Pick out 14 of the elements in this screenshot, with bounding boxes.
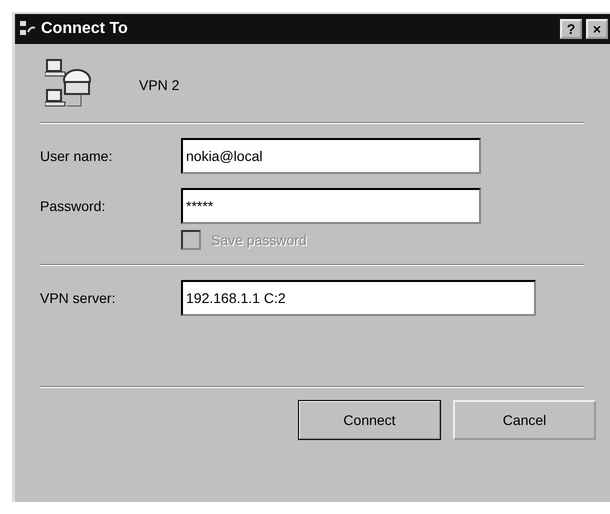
- field-label: VPN server:: [40, 290, 116, 306]
- dialog-button[interactable]: Cancel: [453, 400, 596, 440]
- checkbox-label: Save password: [211, 232, 307, 248]
- help-button[interactable]: ?: [560, 19, 582, 39]
- close-button[interactable]: ×: [586, 19, 608, 39]
- network-icon: [19, 20, 37, 38]
- password-field[interactable]: *****: [181, 188, 481, 224]
- connection-name: VPN 2: [139, 77, 180, 93]
- dialog-button[interactable]: Connect: [298, 400, 441, 440]
- field-label: User name:: [40, 148, 114, 164]
- server-field[interactable]: 192.168.1.1 C:2: [181, 280, 536, 316]
- field-label: Password:: [40, 198, 106, 214]
- username-field[interactable]: nokia@local: [181, 138, 481, 174]
- window-title: Connect To: [41, 20, 129, 38]
